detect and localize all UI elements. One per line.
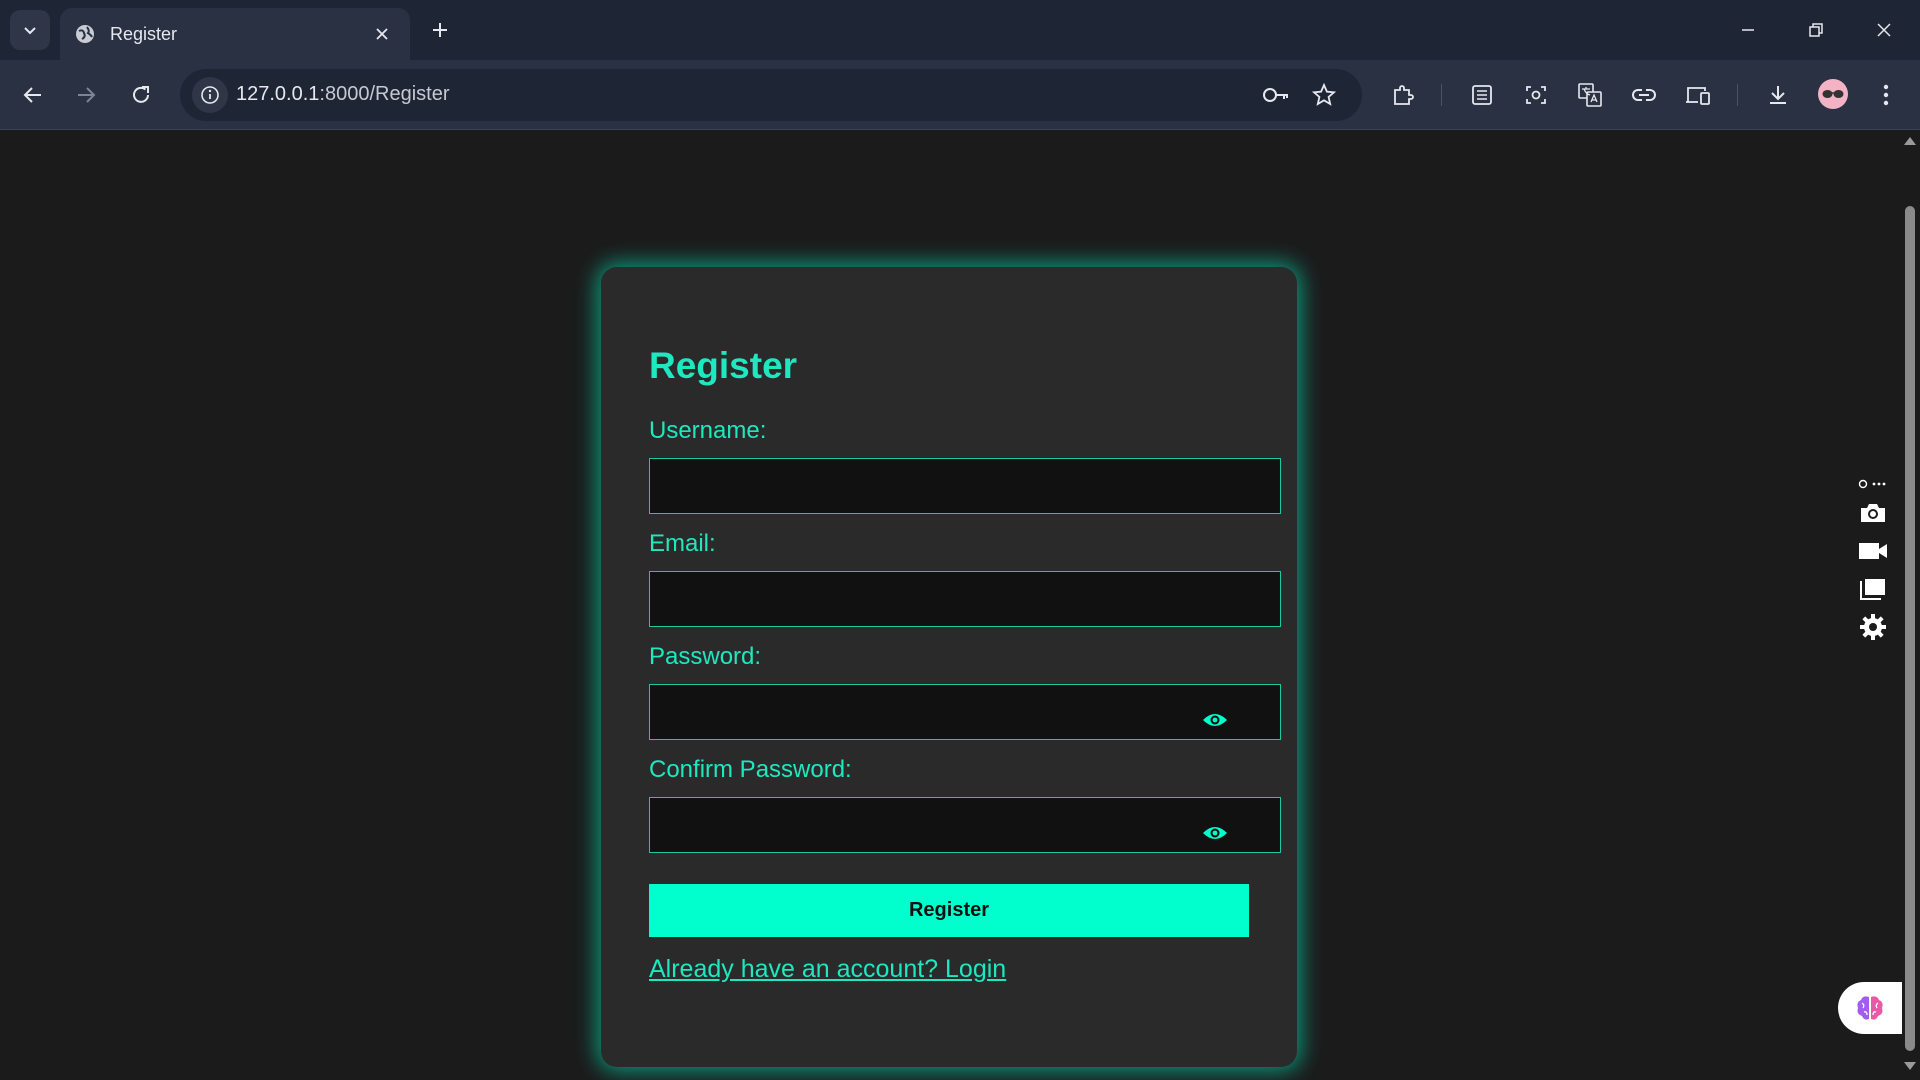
screenshot-tool[interactable] bbox=[1855, 494, 1891, 532]
username-label: Username: bbox=[649, 417, 767, 444]
sunglasses-avatar-icon bbox=[1822, 90, 1844, 98]
scroll-down-arrow[interactable] bbox=[1904, 1062, 1916, 1070]
brain-icon bbox=[1857, 996, 1883, 1020]
page-viewport: Register Username: Email: Password: Conf… bbox=[0, 131, 1900, 1080]
browser-tab[interactable]: Register bbox=[60, 8, 410, 60]
toolbar-divider bbox=[1441, 84, 1442, 106]
more-vertical-icon bbox=[1883, 84, 1889, 106]
tab-close-button[interactable] bbox=[368, 20, 396, 48]
close-icon bbox=[1877, 23, 1891, 37]
address-bar[interactable]: 127.0.0.1:8000/Register bbox=[180, 69, 1362, 121]
browser-menu-button[interactable] bbox=[1866, 75, 1906, 115]
site-info-button[interactable] bbox=[192, 77, 228, 113]
windows-tool[interactable] bbox=[1855, 570, 1891, 608]
email-label: Email: bbox=[649, 530, 716, 557]
downloads-button[interactable] bbox=[1758, 75, 1798, 115]
tab-strip: Register bbox=[0, 0, 1920, 60]
info-icon bbox=[201, 86, 219, 104]
close-window-button[interactable] bbox=[1856, 0, 1912, 60]
restore-icon bbox=[1809, 23, 1823, 37]
minimize-button[interactable] bbox=[1720, 0, 1776, 60]
gear-icon bbox=[1860, 614, 1886, 640]
screenshot-button[interactable] bbox=[1516, 75, 1556, 115]
scroll-thumb[interactable] bbox=[1905, 206, 1915, 1051]
windows-icon bbox=[1860, 579, 1885, 600]
toolbar-options[interactable] bbox=[1855, 474, 1891, 494]
confirm-password-label: Confirm Password: bbox=[649, 756, 852, 783]
link-icon bbox=[1632, 89, 1656, 101]
globe-icon bbox=[76, 25, 94, 43]
register-card: Register Username: Email: Password: Conf… bbox=[601, 267, 1297, 1067]
extensions-button[interactable] bbox=[1383, 75, 1423, 115]
ai-assistant-button[interactable] bbox=[1838, 982, 1902, 1034]
back-button[interactable] bbox=[13, 75, 53, 115]
minimize-icon bbox=[1742, 29, 1754, 31]
url-host: 127.0.0.1 bbox=[236, 83, 320, 105]
profile-avatar[interactable] bbox=[1818, 79, 1848, 109]
copy-link-button[interactable] bbox=[1624, 75, 1664, 115]
eye-icon[interactable] bbox=[1202, 711, 1228, 729]
login-link[interactable]: Already have an account? Login bbox=[649, 955, 1006, 984]
reading-list-button[interactable] bbox=[1462, 75, 1502, 115]
chevron-down-icon bbox=[24, 27, 36, 35]
devices-icon bbox=[1686, 87, 1710, 105]
translate-button[interactable] bbox=[1570, 75, 1610, 115]
email-input[interactable] bbox=[649, 571, 1281, 627]
forward-button[interactable] bbox=[66, 75, 106, 115]
url-path: :8000/Register bbox=[319, 83, 450, 105]
puzzle-icon bbox=[1394, 85, 1414, 105]
screenshot-camera-icon bbox=[1861, 504, 1885, 522]
translate-icon bbox=[1578, 83, 1602, 107]
password-manager-button[interactable] bbox=[1258, 77, 1294, 113]
floating-capture-toolbar bbox=[1855, 474, 1891, 646]
reload-button[interactable] bbox=[121, 75, 161, 115]
download-icon bbox=[1770, 86, 1786, 104]
device-mode-button[interactable] bbox=[1678, 75, 1718, 115]
arrow-right-icon bbox=[78, 87, 96, 103]
scroll-up-arrow[interactable] bbox=[1904, 137, 1916, 145]
restore-button[interactable] bbox=[1788, 0, 1844, 60]
close-icon bbox=[376, 28, 388, 40]
password-label: Password: bbox=[649, 643, 762, 670]
toolbar-divider bbox=[1737, 84, 1738, 106]
key-icon bbox=[1263, 88, 1288, 102]
page-scrollbar[interactable] bbox=[1900, 131, 1920, 1080]
star-icon bbox=[1312, 83, 1336, 106]
reload-icon bbox=[133, 86, 149, 103]
username-input[interactable] bbox=[649, 458, 1281, 514]
record-video-tool[interactable] bbox=[1855, 532, 1891, 570]
arrow-left-icon bbox=[23, 87, 41, 103]
reading-list-icon bbox=[1472, 85, 1492, 105]
browser-toolbar: 127.0.0.1:8000/Register bbox=[0, 60, 1920, 130]
page-title: Register bbox=[649, 345, 798, 386]
tab-search-button[interactable] bbox=[10, 10, 50, 50]
more-horizontal-icon bbox=[1858, 479, 1886, 489]
register-button[interactable]: Register bbox=[649, 884, 1249, 937]
camera-capture-icon bbox=[1526, 86, 1546, 104]
plus-icon bbox=[433, 23, 447, 37]
bookmark-button[interactable] bbox=[1306, 77, 1342, 113]
video-record-icon bbox=[1859, 543, 1887, 559]
eye-icon[interactable] bbox=[1202, 824, 1228, 842]
confirm-password-input[interactable] bbox=[649, 797, 1281, 853]
password-input[interactable] bbox=[649, 684, 1281, 740]
url-text: 127.0.0.1:8000/Register bbox=[236, 83, 450, 106]
new-tab-button[interactable] bbox=[422, 12, 458, 48]
settings-tool[interactable] bbox=[1855, 608, 1891, 646]
tab-title: Register bbox=[110, 23, 178, 44]
